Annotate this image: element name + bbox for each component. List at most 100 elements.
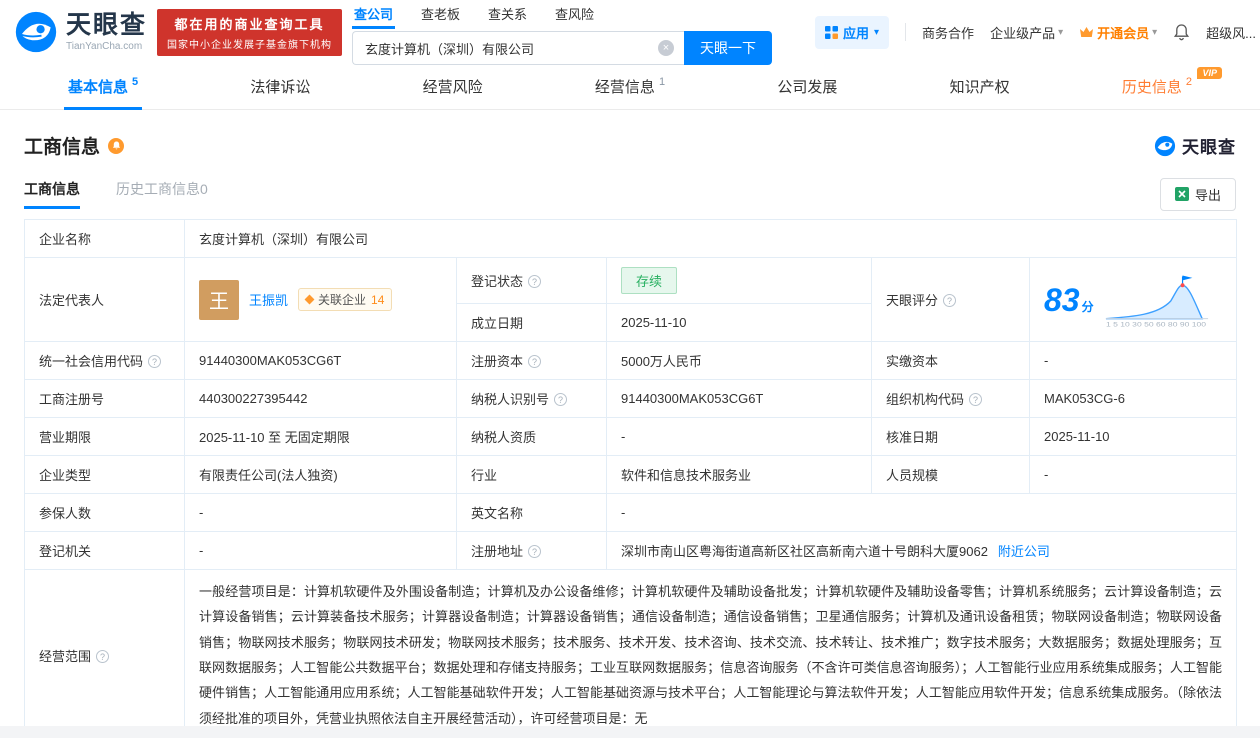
field-value-approval-date: 2025-11-10 — [1028, 417, 1238, 456]
search-box: × 天眼一下 — [352, 31, 772, 65]
nav-super-risk[interactable]: 超级风... — [1206, 23, 1256, 42]
field-label-term: 营业期限 — [24, 417, 185, 456]
help-icon[interactable]: ? — [528, 545, 542, 558]
vip-badge: VIP — [1197, 67, 1222, 79]
field-label-score: 天眼评分? — [871, 257, 1030, 342]
tab-legal-proceedings[interactable]: 法律诉讼 — [246, 64, 314, 109]
field-value-scope: 一般经营项目是：计算机软硬件及外围设备制造；计算机及办公设备维修；计算机软硬件及… — [183, 568, 1238, 738]
main-content: 工商信息 天眼查 工商信息 历史工商信息0 导出 企业名称 玄度计算机（深圳）有… — [0, 132, 1260, 738]
field-value-legal-rep: 王 王振凯 关联企业 14 — [184, 257, 457, 342]
watermark-text: 天眼查 — [1182, 138, 1236, 157]
apps-grid-icon — [825, 25, 838, 39]
field-label-paid-capital: 实缴资本 — [871, 341, 1030, 380]
search-input[interactable] — [352, 31, 684, 65]
field-label-insured: 参保人数 — [24, 493, 185, 532]
search-tab-risk[interactable]: 查风险 — [553, 4, 596, 27]
chevron-down-icon: ▾ — [1058, 26, 1064, 38]
field-label-staff-size: 人员规模 — [871, 455, 1030, 494]
field-value-taxpayer-quality: - — [606, 417, 872, 456]
help-icon[interactable]: ? — [528, 355, 542, 368]
field-label-taxpayer-id: 纳税人识别号? — [456, 379, 607, 418]
field-label-industry: 行业 — [456, 455, 607, 494]
monitor-alert-icon[interactable] — [108, 137, 125, 154]
help-icon[interactable]: ? — [969, 393, 983, 406]
field-value-reg-status: 存续 — [606, 257, 872, 304]
tab-intellectual-property[interactable]: 知识产权 — [946, 64, 1014, 109]
field-label-english-name: 英文名称 — [456, 493, 607, 532]
nearby-companies-link[interactable]: 附近公司 — [998, 544, 1050, 559]
field-label-taxpayer-quality: 纳税人资质 — [456, 417, 607, 456]
apps-menu[interactable]: 应用 ▾ — [815, 15, 890, 49]
nav-enterprise-product[interactable]: 企业级产品 ▾ — [990, 23, 1063, 42]
crown-icon — [1080, 27, 1094, 37]
help-icon[interactable]: ? — [943, 294, 957, 307]
nav-business-coop[interactable]: 商务合作 — [922, 23, 974, 42]
field-label-approval-date: 核准日期 — [871, 417, 1030, 456]
search-button[interactable]: 天眼一下 — [684, 31, 772, 65]
field-value-term: 2025-11-10 至 无固定期限 — [184, 417, 457, 456]
tab-operating-risk[interactable]: 经营风险 — [419, 64, 487, 109]
tianyancha-logo-icon — [15, 11, 57, 53]
slogan-line2: 国家中小企业发展子基金旗下机构 — [167, 39, 333, 51]
legal-rep-avatar[interactable]: 王 — [199, 279, 239, 320]
tab-history-info[interactable]: 历史信息 2 VIP — [1118, 64, 1222, 109]
table-row: 企业类型 有限责任公司(法人独资) 行业 软件和信息技术服务业 人员规模 - — [24, 455, 1238, 494]
table-row: 营业期限 2025-11-10 至 无固定期限 纳税人资质 - 核准日期 202… — [24, 417, 1238, 456]
tab-operating-info[interactable]: 经营信息 1 — [591, 64, 669, 109]
search-tab-relation[interactable]: 查关系 — [486, 4, 529, 27]
apps-label: 应用 — [843, 25, 870, 41]
page-bottom-strip — [0, 726, 1260, 738]
search-tab-company[interactable]: 查公司 — [352, 4, 396, 29]
field-label-legal-rep: 法定代表人 — [24, 257, 185, 342]
chevron-down-icon: ▾ — [1152, 26, 1158, 38]
nav-open-vip[interactable]: 开通会员 ▾ — [1079, 23, 1157, 42]
related-companies-badge[interactable]: 关联企业 14 — [298, 288, 393, 311]
table-row: 工商注册号 440300227395442 纳税人识别号? 91440300MA… — [24, 379, 1238, 418]
field-value-insured: - — [184, 493, 457, 532]
tianyancha-logo-icon — [1154, 135, 1176, 156]
slogan-line1: 都在用的商业查询工具 — [174, 16, 325, 32]
field-label-company-type: 企业类型 — [24, 455, 185, 494]
subtab-history-business-info[interactable]: 历史工商信息0 — [116, 179, 208, 209]
score-number: 83 分 — [1044, 281, 1094, 318]
help-icon[interactable]: ? — [148, 355, 162, 368]
company-section-tabs: 基本信息 5 法律诉讼 经营风险 经营信息 1 公司发展 知识产权 历史信息 2… — [0, 64, 1260, 110]
clear-icon[interactable]: × — [658, 40, 674, 56]
related-companies-count: 14 — [371, 292, 385, 307]
field-label-authority: 登记机关 — [24, 531, 185, 570]
field-label-address: 注册地址? — [456, 531, 607, 570]
notification-bell-icon[interactable] — [1173, 23, 1190, 41]
brand-domain: TianYanCha.com — [66, 40, 143, 52]
tab-company-development[interactable]: 公司发展 — [773, 64, 841, 109]
help-icon[interactable]: ? — [528, 275, 542, 288]
export-excel-icon — [1174, 187, 1189, 201]
field-label-establish-date: 成立日期 — [456, 303, 607, 342]
field-value-score: 83 分 1 5 10 30 50 60 80 90 100 — [1028, 257, 1238, 342]
help-icon[interactable]: ? — [96, 649, 110, 663]
search-tab-boss[interactable]: 查老板 — [419, 4, 462, 27]
field-value-authority: - — [184, 531, 457, 570]
field-value-org-code: MAK053CG-6 — [1028, 379, 1238, 418]
legal-rep-name-link[interactable]: 王振凯 — [249, 290, 288, 309]
tianyancha-logo[interactable]: 天眼查 TianYanCha.com — [14, 10, 147, 54]
field-value-establish-date: 2025-11-10 — [606, 303, 872, 342]
search-area: 查公司 查老板 查关系 查风险 × 天眼一下 — [352, 4, 772, 65]
field-value-address: 深圳市南山区粤海街道高新区社区高新南六道十号朗科大厦9062 附近公司 — [605, 531, 1238, 570]
field-value-industry: 软件和信息技术服务业 — [606, 455, 872, 494]
field-value-staff-size: - — [1028, 455, 1238, 494]
field-label-reg-status: 登记状态? — [456, 257, 607, 304]
score-axis-ticks: 1 5 10 30 50 60 80 90 100 — [1106, 321, 1207, 328]
field-label-credit-code: 统一社会信用代码? — [24, 341, 185, 380]
top-right-nav: 应用 ▾ 商务合作 企业级产品 ▾ 开通会员 ▾ 超级风... — [815, 0, 1260, 64]
tab-basic-info[interactable]: 基本信息 5 — [64, 64, 143, 110]
field-value-company-type: 有限责任公司(法人独资) — [184, 455, 457, 494]
related-companies-icon — [304, 294, 315, 305]
help-icon[interactable]: ? — [554, 393, 568, 406]
section-title: 工商信息 — [24, 137, 101, 158]
field-value-credit-code: 91440300MAK053CG6T — [184, 341, 457, 380]
tab-count: 1 — [658, 75, 666, 88]
tab-count: 5 — [132, 75, 139, 88]
field-value-paid-capital: - — [1028, 341, 1238, 380]
export-button[interactable]: 导出 — [1159, 177, 1236, 211]
subtab-business-info[interactable]: 工商信息 — [24, 179, 80, 209]
